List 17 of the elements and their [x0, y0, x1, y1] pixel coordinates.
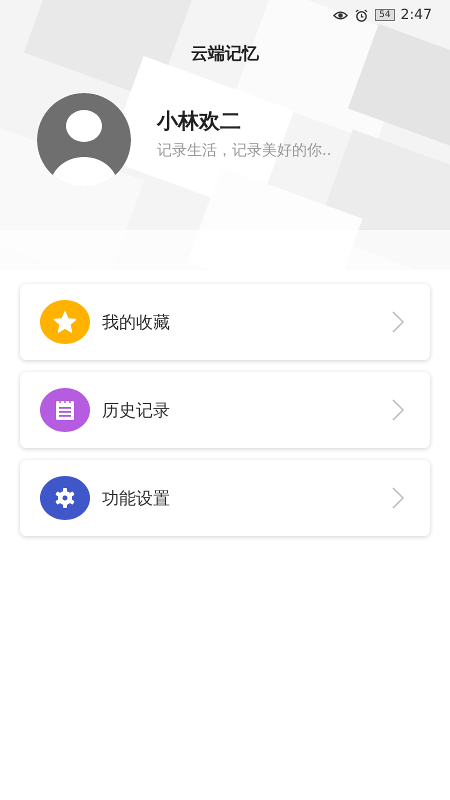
page-title: 云端记忆 — [190, 43, 260, 65]
menu-label: 我的收藏 — [102, 312, 171, 334]
alarm-icon — [354, 8, 370, 22]
menu-label: 功能设置 — [102, 488, 171, 510]
menu-item[interactable]: 功能设置 — [20, 460, 430, 536]
chevron-right-icon — [392, 487, 404, 509]
user-motto: 记录生活，记录美好的你.. — [157, 140, 332, 160]
avatar-icon[interactable] — [37, 93, 131, 187]
menu-item[interactable]: 我的收藏 — [20, 284, 430, 360]
chevron-right-icon — [392, 311, 404, 333]
eye-icon — [333, 8, 348, 22]
menu-label: 历史记录 — [102, 400, 171, 422]
battery-level: 54 — [375, 9, 395, 21]
chevron-right-icon — [392, 399, 404, 421]
menu-item[interactable]: 历史记录 — [20, 372, 430, 448]
clock-time: 2:47 — [400, 7, 432, 23]
user-name: 小林欢二 — [157, 108, 242, 134]
